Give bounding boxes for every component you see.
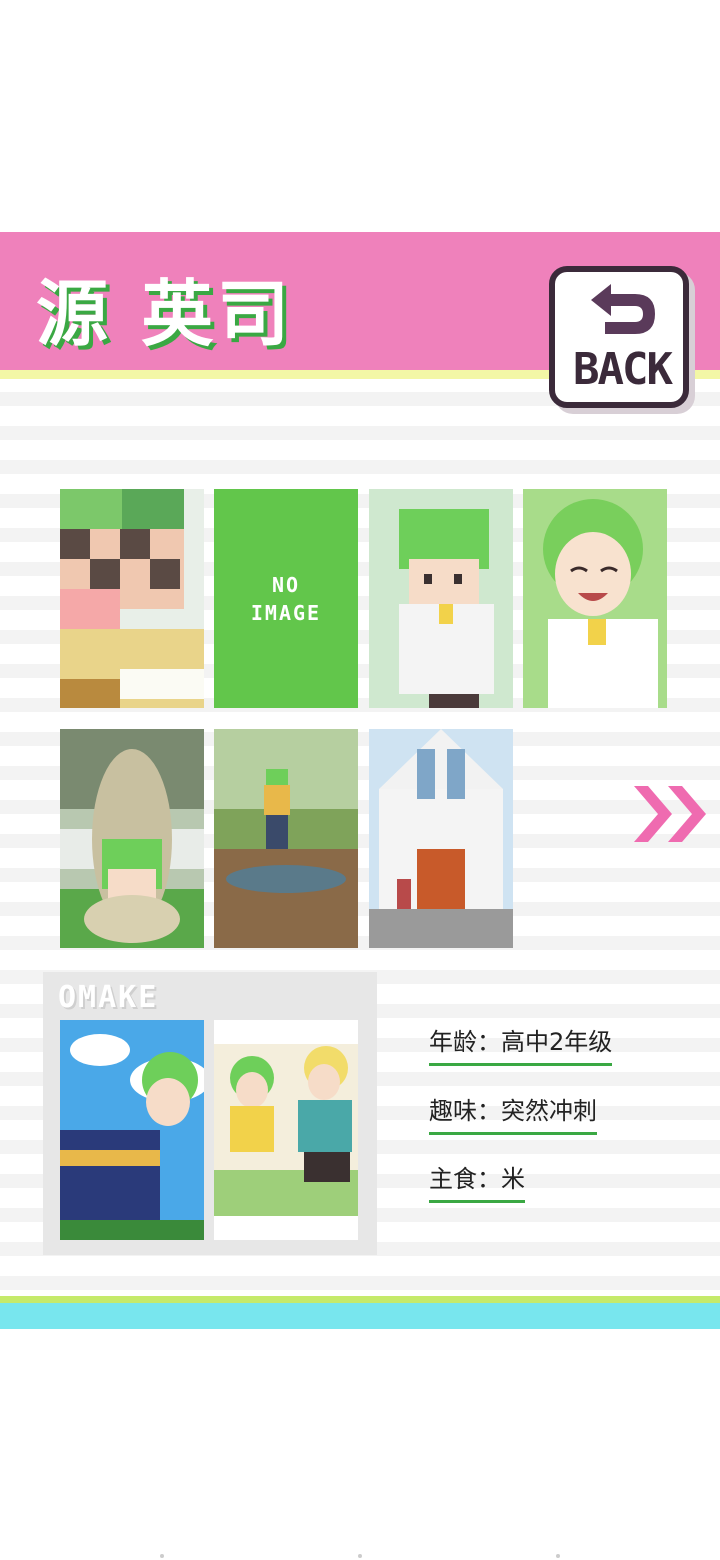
back-label: BACK xyxy=(573,344,673,395)
gallery-no-image[interactable]: NO IMAGE xyxy=(214,489,358,708)
gallery-image-3[interactable] xyxy=(369,489,513,708)
profile-age: 年龄：高中2年级 xyxy=(429,1022,613,1066)
gallery-image-6[interactable] xyxy=(214,729,358,948)
no-image-line1: NO xyxy=(271,572,301,597)
back-button[interactable]: BACK xyxy=(549,266,689,408)
footer-cyan-bar xyxy=(0,1303,720,1329)
runner-illustration xyxy=(60,1020,204,1240)
forest-stream-photo xyxy=(214,729,358,948)
gallery-image-4[interactable] xyxy=(523,489,667,708)
gallery-image-5[interactable] xyxy=(60,729,204,948)
white-building-photo xyxy=(369,729,513,948)
gallery-image-1[interactable] xyxy=(60,489,204,708)
character-name: 源 英司 xyxy=(36,272,294,356)
omake-image-2[interactable] xyxy=(214,1020,358,1240)
smiling-boy-illustration xyxy=(523,489,667,708)
nav-dot xyxy=(556,1554,560,1558)
nav-dot xyxy=(160,1554,164,1558)
no-image-line2: IMAGE xyxy=(250,600,322,625)
footer-green-line xyxy=(0,1296,720,1303)
pixel-desk-illustration xyxy=(60,489,204,708)
profile-staple-food: 主食：米 xyxy=(429,1159,525,1203)
kangaroo-statue-photo xyxy=(60,729,204,948)
omake-image-1[interactable] xyxy=(60,1020,204,1240)
pixel-character-illustration xyxy=(369,489,513,708)
profile-hobby: 趣味：突然冲刺 xyxy=(429,1091,597,1135)
gallery-image-7[interactable] xyxy=(369,729,513,948)
double-chevron-right-icon[interactable] xyxy=(632,780,712,850)
omake-title: OMAKE xyxy=(58,980,159,1015)
nav-dot xyxy=(358,1554,362,1558)
return-arrow-icon xyxy=(591,284,655,334)
two-friends-illustration xyxy=(214,1020,358,1240)
